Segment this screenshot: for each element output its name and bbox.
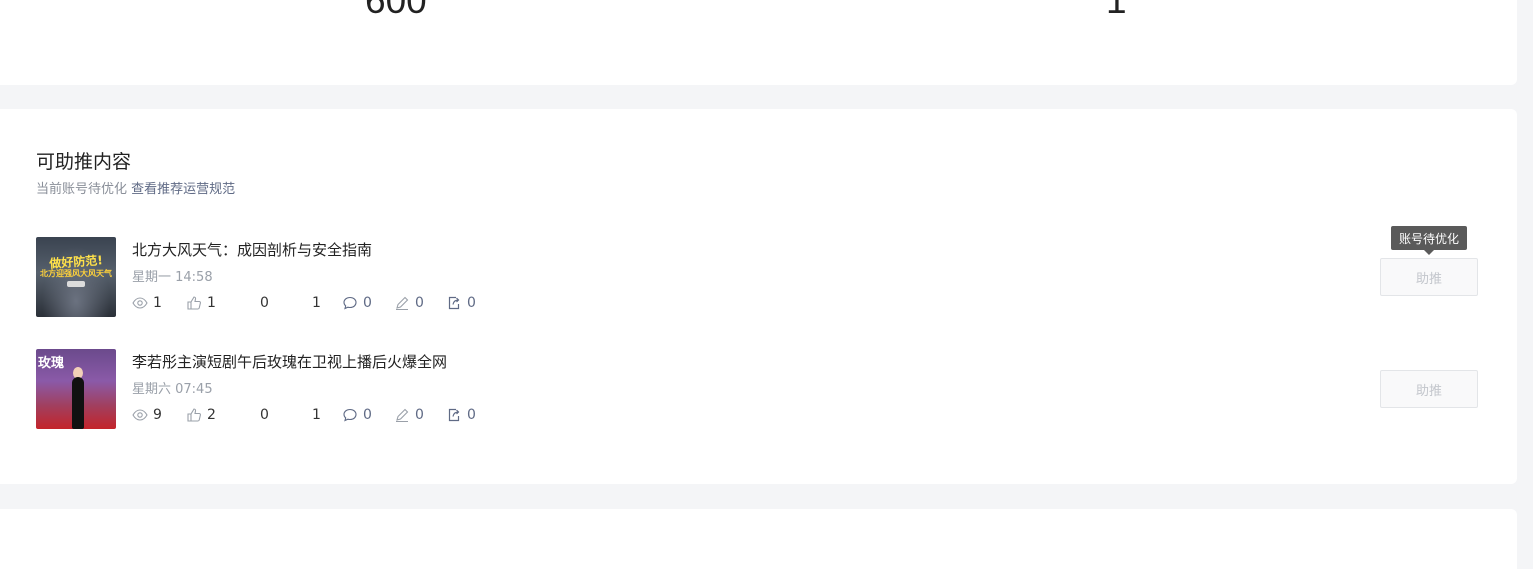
thumbnail-subcaption: 北方迎强风大风天气 [40, 269, 112, 278]
likes-metric: 2 [186, 407, 216, 423]
shares-count: 0 [467, 295, 476, 311]
next-section-card [0, 509, 1517, 569]
views-metric: 1 [132, 295, 162, 311]
section-subtitle: 当前账号待优化 查看推荐运营规范 [36, 178, 235, 197]
edits-count: 0 [415, 407, 424, 423]
views-metric: 9 [132, 407, 162, 423]
views-count: 9 [153, 407, 162, 423]
comments-metric[interactable]: 0 [342, 407, 372, 423]
metric-b: 1 [312, 295, 321, 311]
metric-a: 0 [260, 295, 269, 311]
stats-card: 600 1 [0, 0, 1517, 85]
shares-metric[interactable]: 0 [446, 295, 476, 311]
comment-icon [343, 408, 357, 422]
boost-button[interactable]: 助推 [1380, 370, 1478, 408]
thumbnail-figure [72, 377, 84, 429]
operation-rules-link[interactable]: 查看推荐运营规范 [131, 182, 235, 197]
thumbs-up-icon [187, 408, 201, 422]
metric-b: 1 [312, 407, 321, 423]
thumbnail-logo [67, 281, 85, 287]
comment-icon [343, 296, 357, 310]
comments-count: 0 [363, 295, 372, 311]
views-count: 1 [153, 295, 162, 311]
item-time: 星期六 07:45 [132, 382, 213, 397]
edits-count: 0 [415, 295, 424, 311]
likes-count: 1 [207, 295, 216, 311]
stat-value-right: 1 [1106, 0, 1127, 21]
eye-icon [132, 409, 148, 421]
thumbnail-caption: 玫瑰 [38, 356, 65, 371]
thumbnail[interactable]: 做好防范! 北方迎强风大风天气 [36, 237, 116, 317]
shares-metric[interactable]: 0 [446, 407, 476, 423]
likes-metric: 1 [186, 295, 216, 311]
metric-a: 0 [260, 407, 269, 423]
content-item: 玫瑰 李若彤主演短剧午后玫瑰在卫视上播后火爆全网 星期六 07:45 9 2 0… [36, 349, 1481, 429]
section-title: 可助推内容 [36, 151, 132, 173]
thumbnail[interactable]: 玫瑰 [36, 349, 116, 429]
tooltip-arrow [1424, 250, 1434, 255]
comments-metric[interactable]: 0 [342, 295, 372, 311]
item-time: 星期一 14:58 [132, 270, 213, 285]
share-icon [448, 296, 460, 310]
thumbs-up-icon [187, 296, 201, 310]
account-status-text: 当前账号待优化 [36, 182, 128, 197]
pen-icon [396, 296, 409, 311]
comments-count: 0 [363, 407, 372, 423]
account-status-tooltip: 账号待优化 [1391, 226, 1467, 250]
stat-value-left: 600 [365, 0, 427, 21]
shares-count: 0 [467, 407, 476, 423]
edits-metric[interactable]: 0 [394, 295, 424, 311]
content-item: 做好防范! 北方迎强风大风天气 北方大风天气：成因剖析与安全指南 星期一 14:… [36, 237, 1481, 317]
item-title[interactable]: 李若彤主演短剧午后玫瑰在卫视上播后火爆全网 [132, 351, 447, 372]
likes-count: 2 [207, 407, 216, 423]
item-title[interactable]: 北方大风天气：成因剖析与安全指南 [132, 239, 372, 260]
share-icon [448, 408, 460, 422]
promotable-content-card: 可助推内容 当前账号待优化 查看推荐运营规范 做好防范! 北方迎强风大风天气 北… [0, 109, 1517, 484]
eye-icon [132, 297, 148, 309]
boost-button[interactable]: 助推 [1380, 258, 1478, 296]
edits-metric[interactable]: 0 [394, 407, 424, 423]
pen-icon [396, 408, 409, 423]
